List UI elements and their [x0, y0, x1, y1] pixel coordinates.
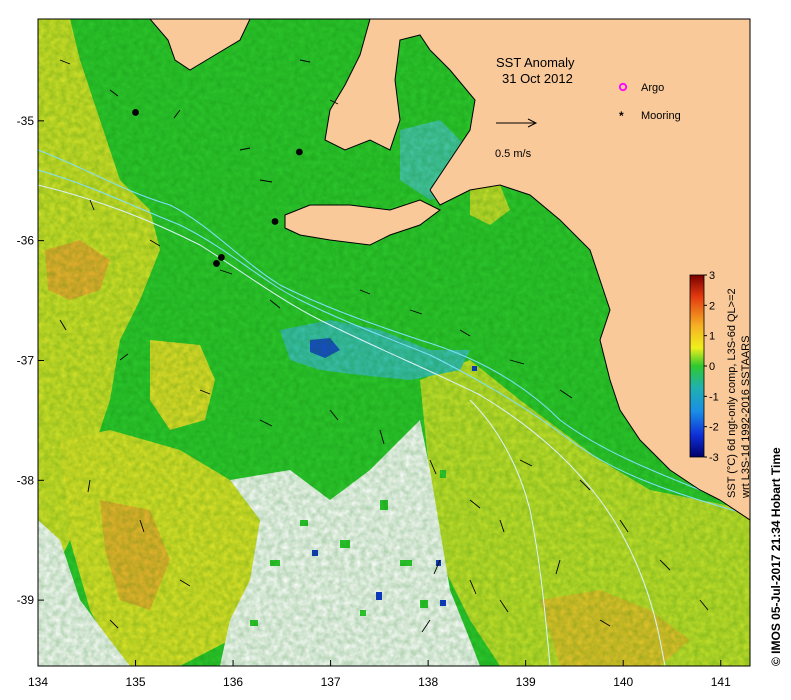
argo-legend-label: Argo	[641, 82, 664, 94]
colorbar-tick-label: 2	[709, 300, 715, 312]
map-date: 31 Oct 2012	[502, 71, 573, 86]
colorbar-tick-label: -2	[709, 422, 719, 434]
colorbar-tick-label: 3	[709, 270, 715, 282]
x-tick-label: 139	[516, 675, 536, 689]
colorbar-tick-label: -1	[709, 391, 719, 403]
mooring-marker	[217, 254, 225, 261]
mooring-marker	[213, 260, 220, 267]
mooring-marker	[295, 148, 303, 156]
velocity-scale-label: 0.5 m/s	[495, 148, 532, 160]
y-tick-label: -38	[17, 473, 35, 487]
x-tick-label: 141	[711, 675, 731, 689]
colorbar-title-1: SST (°C) 6d ngt-only comp, L3S-6d QL>=2	[726, 288, 738, 498]
x-tick-label: 140	[613, 675, 633, 689]
x-tick-label: 138	[418, 675, 438, 689]
colorbar-title-2: wrt L3S-1d 1992-2016 SSTAARS	[740, 336, 752, 499]
x-tick-label: 137	[321, 675, 341, 689]
mooring-marker	[132, 109, 139, 116]
x-tick-label: 135	[126, 675, 146, 689]
y-tick-label: -36	[17, 234, 35, 248]
y-tick-label: -37	[17, 353, 35, 367]
colorbar-gradient	[689, 274, 705, 458]
x-tick-label: 136	[223, 675, 243, 689]
mooring-legend-marker: *	[619, 109, 624, 123]
mooring-marker	[271, 218, 279, 225]
y-tick-label: -39	[17, 593, 35, 607]
sst-anomaly-map: 134 135 136 137 138 139 140 141 -35 -36 -37 -38 -39…	[17, 18, 783, 689]
colorbar-tick-label: 1	[709, 331, 715, 343]
y-tick-label: -35	[17, 114, 35, 128]
colorbar-tick-label: -3	[709, 452, 719, 464]
mooring-legend-label: Mooring	[641, 110, 681, 122]
imos-credit: © IMOS 05-Jul-2017 21:34 Hobart Time	[769, 447, 783, 666]
map-title: SST Anomaly	[496, 55, 575, 70]
x-tick-label: 134	[28, 675, 48, 689]
colorbar-tick-label: 0	[709, 361, 715, 373]
